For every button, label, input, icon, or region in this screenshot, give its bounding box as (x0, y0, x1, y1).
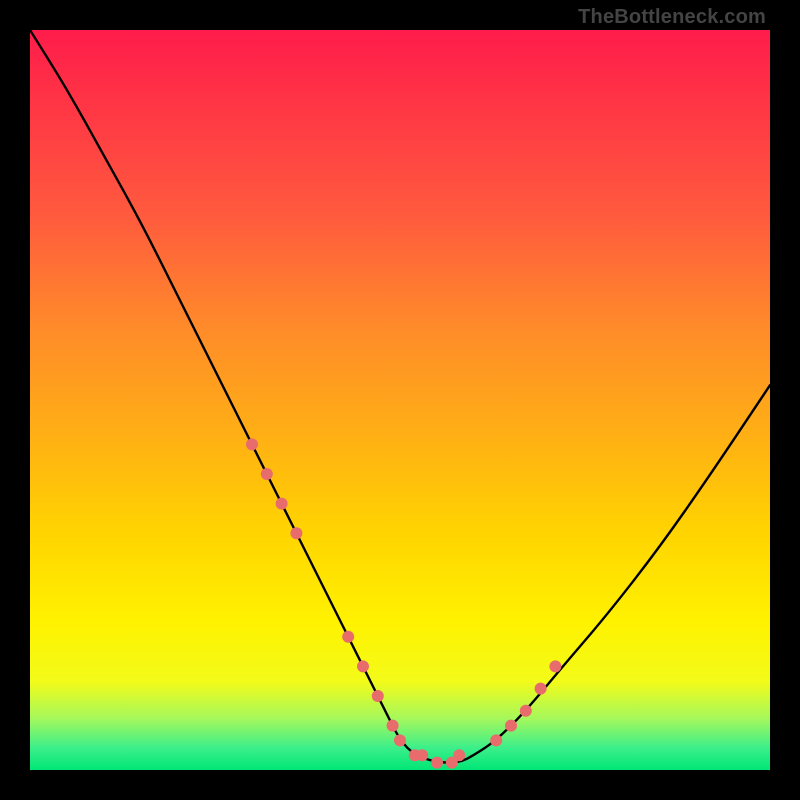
highlight-dot (535, 683, 547, 695)
highlight-dot (387, 720, 399, 732)
highlight-dot (276, 498, 288, 510)
highlight-dot (261, 468, 273, 480)
highlight-dot (505, 720, 517, 732)
highlight-dot (431, 757, 443, 769)
highlight-dot (357, 660, 369, 672)
watermark-label: TheBottleneck.com (578, 6, 766, 29)
highlight-dots (246, 438, 561, 768)
plot-area (30, 30, 770, 770)
highlight-dot (453, 749, 465, 761)
highlight-dot (342, 631, 354, 643)
highlight-dot (290, 527, 302, 539)
highlight-dot (372, 690, 384, 702)
highlight-dot (246, 438, 258, 450)
bottleneck-curve (30, 30, 770, 763)
chart-frame: TheBottleneck.com (0, 0, 800, 800)
highlight-dot (490, 734, 502, 746)
highlight-dot (520, 705, 532, 717)
highlight-dot (549, 660, 561, 672)
highlight-dot (394, 734, 406, 746)
highlight-dot (416, 749, 428, 761)
curve-svg (30, 30, 770, 770)
